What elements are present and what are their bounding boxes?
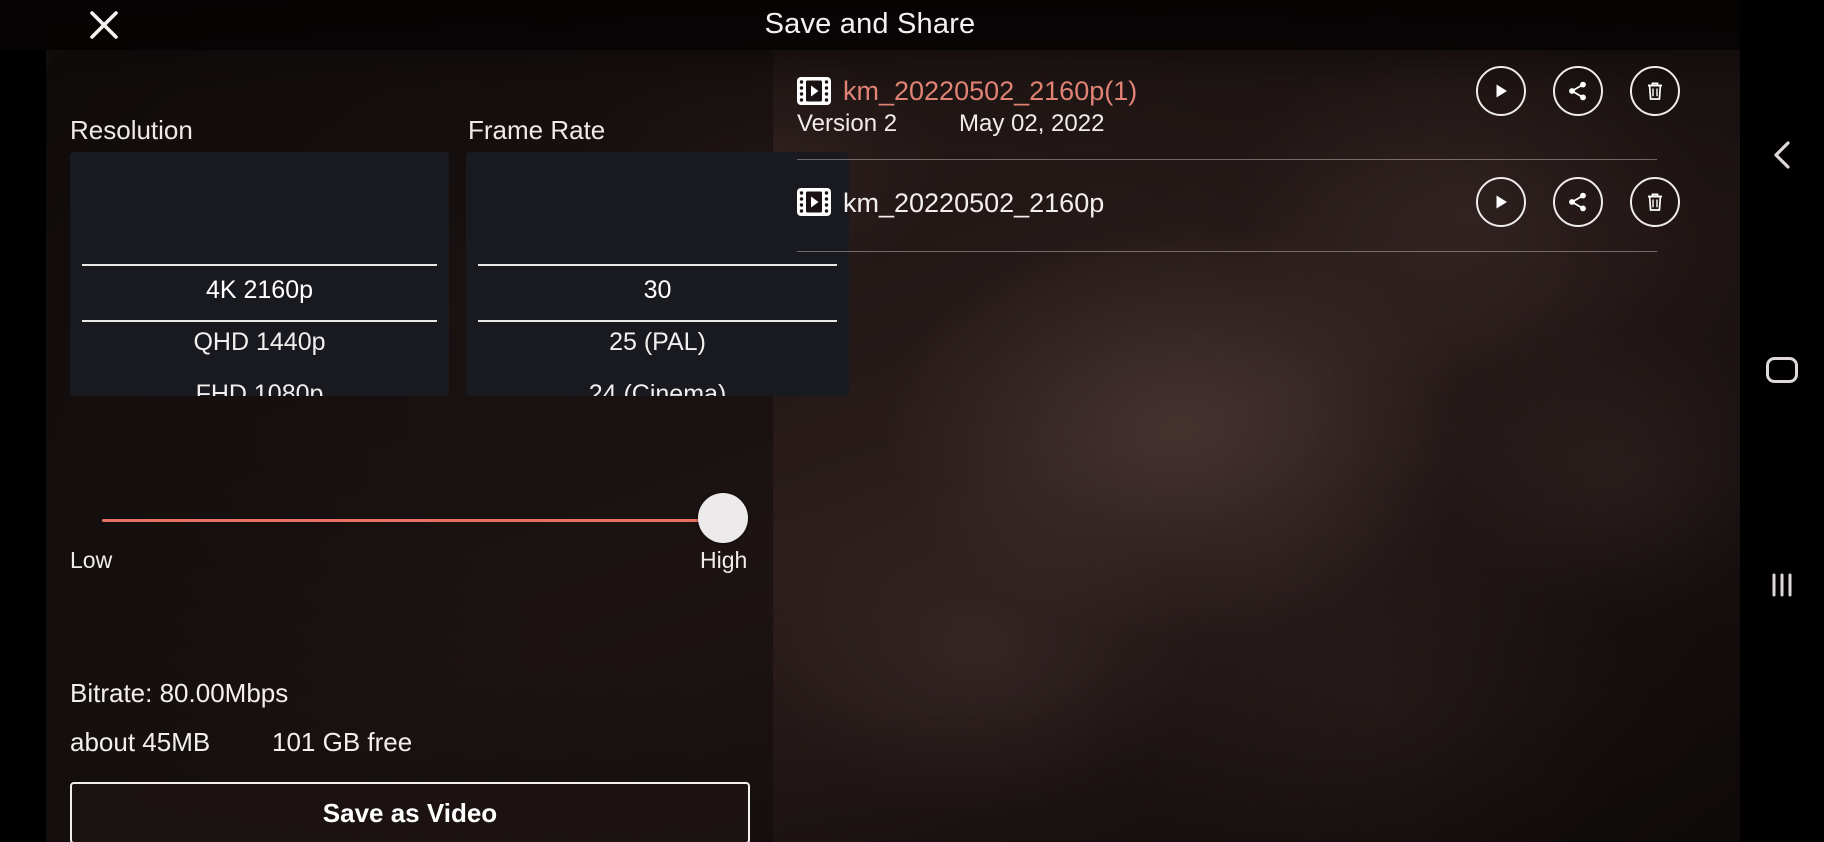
nav-recents-button[interactable] bbox=[1740, 555, 1824, 615]
estimated-size-info: about 45MB bbox=[70, 727, 211, 757]
frame-rate-label: Frame Rate bbox=[468, 115, 606, 145]
quality-slider-low-label: Low bbox=[70, 547, 113, 573]
resolution-label: Resolution bbox=[70, 115, 193, 145]
app-root: Resolution 4K 2160p QHD 1440p FHD 1080p … bbox=[0, 0, 1824, 842]
trash-icon bbox=[1648, 82, 1662, 100]
video-file-name[interactable]: km_20220502_2160p bbox=[843, 188, 1104, 219]
left-edge-strip bbox=[0, 0, 46, 842]
android-navigation-bar bbox=[1740, 0, 1824, 842]
film-play-icon bbox=[797, 188, 831, 216]
play-icon bbox=[1496, 84, 1507, 98]
nav-home-button[interactable] bbox=[1740, 340, 1824, 400]
delete-button[interactable] bbox=[1630, 177, 1680, 227]
share-button[interactable] bbox=[1553, 177, 1603, 227]
back-chevron-icon bbox=[1774, 141, 1790, 169]
resolution-selection-line-top bbox=[82, 264, 437, 266]
quality-slider[interactable]: Low High bbox=[70, 480, 750, 573]
saved-video-list: km_20220502_2160p(1) Version 2 May 02, 2… bbox=[773, 50, 1740, 842]
video-file-name[interactable]: km_20220502_2160p(1) bbox=[843, 76, 1137, 107]
resolution-option-1[interactable]: QHD 1440p bbox=[70, 328, 449, 357]
quality-slider-thumb[interactable] bbox=[698, 493, 748, 543]
resolution-option-2[interactable]: FHD 1080p bbox=[70, 380, 449, 396]
play-button[interactable] bbox=[1476, 66, 1526, 116]
play-button[interactable] bbox=[1476, 177, 1526, 227]
export-settings-panel: Resolution 4K 2160p QHD 1440p FHD 1080p … bbox=[46, 50, 849, 842]
save-as-video-button[interactable]: Save as Video bbox=[70, 782, 750, 842]
delete-button[interactable] bbox=[1630, 66, 1680, 116]
video-date-label: May 02, 2022 bbox=[959, 110, 1105, 137]
table-row[interactable]: km_20220502_2160p(1) Version 2 May 02, 2… bbox=[797, 50, 1680, 160]
share-icon bbox=[1569, 81, 1586, 101]
quality-slider-high-label: High bbox=[700, 547, 748, 573]
resolution-picker[interactable]: 4K 2160p QHD 1440p FHD 1080p bbox=[70, 152, 449, 396]
save-and-share-dialog: Resolution 4K 2160p QHD 1440p FHD 1080p … bbox=[46, 50, 1740, 842]
home-square-icon bbox=[1766, 357, 1798, 383]
video-version-label: Version 2 bbox=[797, 110, 898, 137]
share-button[interactable] bbox=[1553, 66, 1603, 116]
table-row[interactable]: km_20220502_2160p bbox=[797, 160, 1680, 252]
quality-slider-track[interactable] bbox=[102, 519, 722, 522]
recents-bars-icon bbox=[1772, 573, 1792, 597]
film-play-icon bbox=[797, 77, 831, 105]
free-space-info: 101 GB free bbox=[272, 727, 413, 757]
nav-back-button[interactable] bbox=[1740, 125, 1824, 185]
resolution-option-0[interactable]: 4K 2160p bbox=[70, 276, 449, 305]
share-icon bbox=[1569, 192, 1586, 212]
bitrate-info: Bitrate: 80.00Mbps bbox=[70, 678, 289, 708]
play-icon bbox=[1496, 195, 1507, 209]
dialog-title-bar: Save and Share bbox=[0, 0, 1740, 50]
resolution-selection-line-bottom bbox=[82, 320, 437, 322]
trash-icon bbox=[1648, 193, 1662, 211]
page-title: Save and Share bbox=[764, 8, 976, 40]
